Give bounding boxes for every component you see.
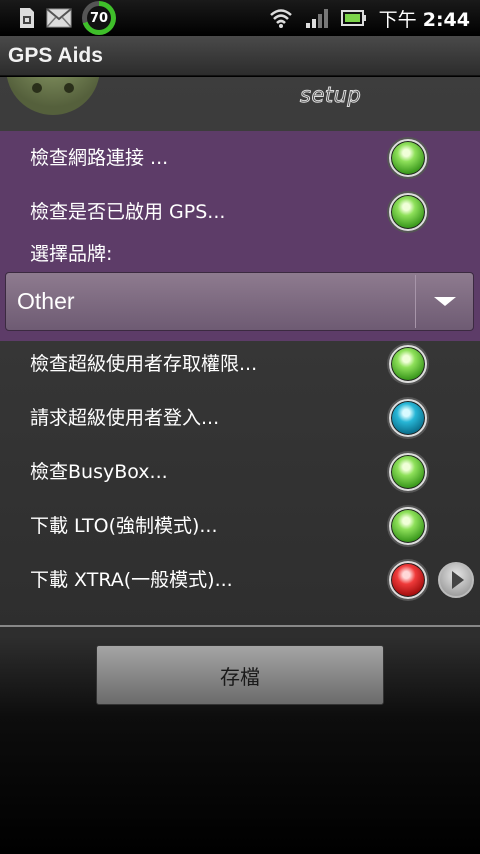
- check-row-superuser-access[interactable]: 檢查超級使用者存取權限...: [0, 337, 480, 391]
- clock-time: 2:44: [422, 8, 470, 31]
- check-row-gps[interactable]: 檢查是否已啟用 GPS...: [0, 185, 480, 239]
- signal-icon: [305, 8, 329, 28]
- chevron-down-icon: [434, 297, 456, 306]
- check-row-busybox[interactable]: 檢查BusyBox...: [0, 445, 480, 499]
- status-led-green-icon: [389, 193, 427, 231]
- status-led-red-icon: [389, 561, 427, 599]
- clock-period: 下午: [378, 8, 417, 31]
- check-label: 檢查BusyBox...: [30, 461, 168, 483]
- app-title: GPS Aids: [8, 43, 103, 67]
- play-arrow-icon[interactable]: [438, 562, 474, 598]
- check-label: 檢查是否已啟用 GPS...: [30, 201, 226, 223]
- battery-ring-icon: 70: [82, 1, 116, 35]
- spinner-divider: [415, 275, 416, 328]
- check-row-xtra-download[interactable]: 下載 XTRA(一般模式)...: [0, 553, 480, 607]
- brand-label: 選擇品牌:: [30, 243, 113, 265]
- status-bar: 70 下午 2:44: [0, 0, 480, 36]
- battery-percent: 70: [87, 6, 111, 30]
- status-led-green-icon: [389, 139, 427, 177]
- status-led-blue-icon: [389, 399, 427, 437]
- status-led-green-icon: [389, 453, 427, 491]
- status-led-green-icon: [389, 507, 427, 545]
- check-label: 下載 LTO(強制模式)...: [30, 515, 218, 537]
- android-robot-icon: [6, 77, 100, 115]
- brand-spinner[interactable]: Other: [5, 272, 474, 331]
- setup-label: setup: [299, 83, 362, 108]
- wifi-icon: [269, 8, 293, 28]
- sim-card-icon: [18, 7, 36, 29]
- check-label: 檢查超級使用者存取權限...: [30, 353, 258, 375]
- check-row-network[interactable]: 檢查網路連接 ...: [0, 131, 480, 185]
- battery-icon: [340, 9, 367, 27]
- divider: [0, 625, 480, 627]
- status-led-green-icon: [389, 345, 427, 383]
- app-title-bar: GPS Aids: [0, 36, 480, 76]
- clock: 下午 2:44: [379, 5, 470, 32]
- brand-spinner-value: Other: [17, 288, 75, 314]
- check-label: 請求超級使用者登入...: [30, 407, 220, 429]
- setup-header: setup: [0, 77, 480, 131]
- main-content: setup 檢查網路連接 ... 檢查是否已啟用 GPS... 選擇品牌: Ot…: [0, 77, 480, 854]
- save-button[interactable]: 存檔: [96, 645, 384, 705]
- check-label: 下載 XTRA(一般模式)...: [30, 569, 233, 591]
- check-row-lto-download[interactable]: 下載 LTO(強制模式)...: [0, 499, 480, 553]
- check-row-superuser-login[interactable]: 請求超級使用者登入...: [0, 391, 480, 445]
- check-label: 檢查網路連接 ...: [30, 147, 169, 169]
- mail-icon: [46, 8, 72, 28]
